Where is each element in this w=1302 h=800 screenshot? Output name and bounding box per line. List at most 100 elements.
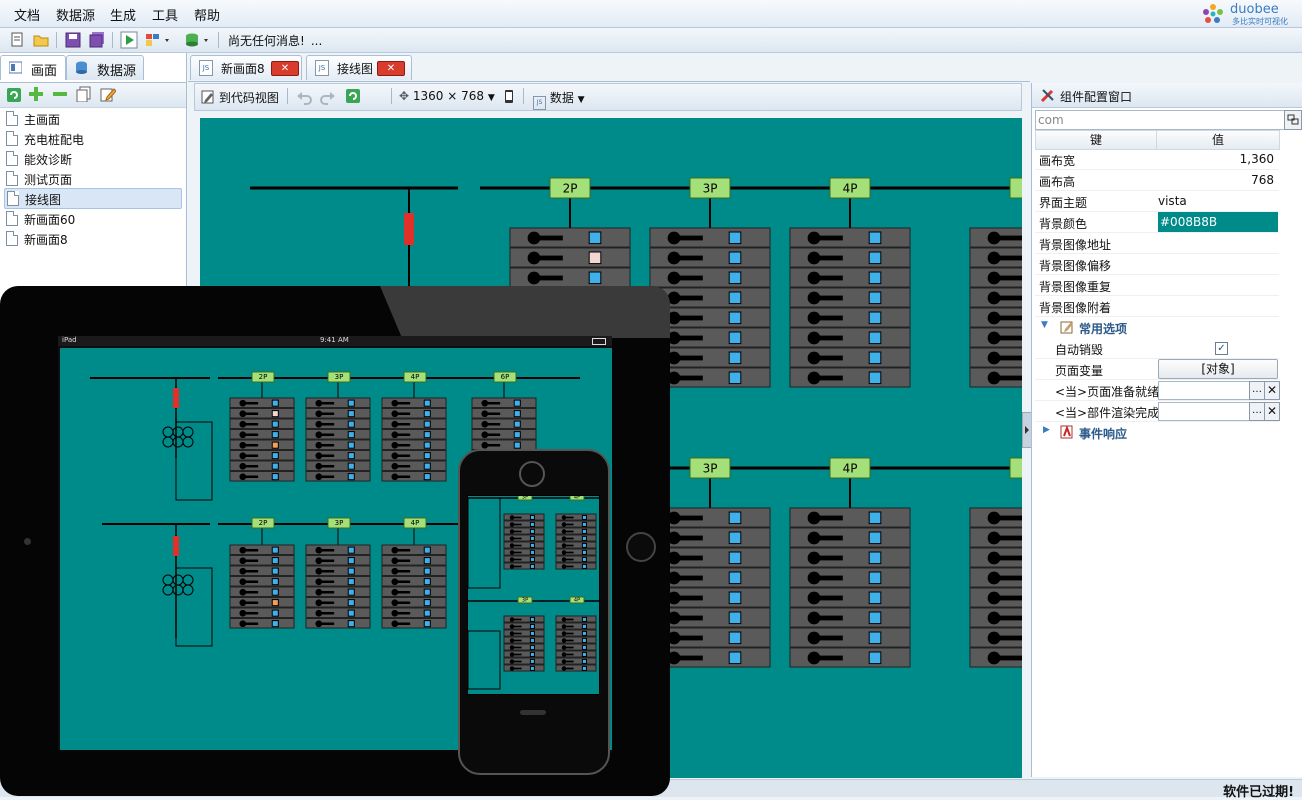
on-rendered-input[interactable]: [1158, 402, 1250, 421]
prop-row-bg-repeat[interactable]: 背景图像重复: [1035, 275, 1279, 296]
tab-wiring[interactable]: JS 接线图 ✕: [306, 55, 412, 80]
tab-screens[interactable]: 画面: [0, 55, 66, 80]
on-ready-edit-button[interactable]: …: [1249, 381, 1265, 400]
mobile-icon[interactable]: [503, 89, 515, 105]
refresh-icon[interactable]: [6, 87, 22, 103]
remove-icon[interactable]: [52, 86, 68, 102]
breaker-indicator: [868, 231, 882, 245]
close-tab-icon[interactable]: ✕: [377, 61, 405, 76]
transformer-frame: [468, 497, 501, 589]
menu-document[interactable]: 文档: [14, 5, 40, 24]
run-button[interactable]: [120, 31, 138, 49]
prop-value[interactable]: vista: [1158, 191, 1278, 211]
tab-new8[interactable]: JS 新画面8 ✕: [190, 55, 302, 80]
tab-datasource[interactable]: 数据源: [66, 55, 144, 80]
filter-button[interactable]: [1284, 110, 1302, 130]
prop-key: 页面变量: [1055, 364, 1104, 378]
auto-destroy-checkbox[interactable]: ✓: [1215, 342, 1228, 355]
breaker-lever: [564, 544, 574, 547]
tree-item-efficiency[interactable]: 能效诊断: [4, 149, 180, 168]
prop-row-on-ready[interactable]: <当>页面准备就绪 … ✕: [1035, 380, 1280, 401]
property-search-input[interactable]: com: [1035, 110, 1285, 130]
prop-row-auto-destroy[interactable]: 自动销毁 ✓: [1035, 338, 1279, 359]
tree-item-test[interactable]: 测试页面: [4, 169, 180, 188]
tree-item-wiring[interactable]: 接线图: [4, 188, 182, 209]
add-icon[interactable]: [28, 86, 44, 102]
group-event-response[interactable]: ▶ 事件响应: [1035, 423, 1279, 443]
open-button[interactable]: [32, 31, 50, 49]
breaker-lever: [318, 422, 335, 426]
breaker-indicator: [423, 431, 431, 439]
prop-key: 背景图像重复: [1039, 280, 1112, 294]
redo-icon[interactable]: [319, 88, 337, 106]
code-view-button[interactable]: 到代码视图: [201, 89, 279, 106]
on-rendered-clear-icon[interactable]: ✕: [1264, 402, 1280, 421]
prop-value[interactable]: 768: [1158, 170, 1274, 190]
breaker-lever: [994, 375, 1022, 381]
prop-row-theme[interactable]: 界面主题 vista: [1035, 191, 1279, 212]
prop-value[interactable]: [1158, 275, 1278, 295]
save-all-button[interactable]: [88, 31, 106, 49]
menu-datasource[interactable]: 数据源: [56, 5, 95, 24]
prop-row-bg-attach[interactable]: 背景图像附着: [1035, 296, 1279, 317]
page-var-button[interactable]: [对象]: [1158, 359, 1278, 379]
breaker-indicator: [347, 609, 355, 617]
plugin-dropdown[interactable]: [184, 31, 214, 49]
data-dropdown[interactable]: JS 数据 ▼: [533, 89, 585, 110]
edit-icon[interactable]: [100, 86, 116, 102]
new-doc-button[interactable]: [8, 31, 26, 49]
prop-row-on-rendered[interactable]: <当>部件渲染完成 … ✕: [1035, 401, 1280, 422]
tree-item-new60[interactable]: 新画面60: [4, 209, 180, 228]
breaker-lever: [564, 667, 574, 670]
prop-value[interactable]: 1,360: [1158, 149, 1274, 169]
prop-value[interactable]: [1158, 254, 1278, 274]
breaker-lever: [242, 548, 259, 552]
save-button[interactable]: [64, 31, 82, 49]
breaker-lever: [394, 601, 411, 605]
bg-color-swatch[interactable]: #008B8B: [1158, 212, 1278, 232]
copy-icon[interactable]: [76, 86, 92, 102]
prop-row-canvas-height[interactable]: 画布高 768: [1035, 170, 1279, 191]
column-key-header[interactable]: 键: [1035, 130, 1157, 150]
menu-help[interactable]: 帮助: [194, 5, 220, 24]
prop-row-bg-offset[interactable]: 背景图像偏移: [1035, 254, 1279, 275]
prop-row-bg-image[interactable]: 背景图像地址: [1035, 233, 1279, 254]
refresh-icon[interactable]: [345, 88, 361, 104]
prop-row-page-var[interactable]: 页面变量 [对象]: [1035, 359, 1279, 380]
tree-item-new8[interactable]: 新画面8: [4, 229, 180, 248]
chevron-down-icon: ▼: [487, 93, 495, 103]
group-common-options[interactable]: ▼ 常用选项: [1035, 318, 1279, 338]
prop-value[interactable]: [1158, 296, 1278, 316]
on-ready-clear-icon[interactable]: ✕: [1264, 381, 1280, 400]
breaker-panel: [381, 544, 447, 629]
breaker-indicator: [513, 420, 521, 428]
prop-row-canvas-width[interactable]: 画布宽 1,360: [1035, 149, 1279, 170]
layout-dropdown[interactable]: [144, 31, 174, 49]
on-ready-input[interactable]: [1158, 381, 1250, 400]
tree-item-charging[interactable]: 充电桩配电: [4, 129, 180, 148]
breaker-indicator: [347, 620, 355, 628]
breaker-lever: [242, 611, 259, 615]
transformer-frame: [175, 421, 213, 501]
menu-generate[interactable]: 生成: [110, 5, 136, 24]
column-value-header[interactable]: 值: [1156, 130, 1280, 150]
breaker-lever: [564, 625, 574, 628]
breaker-indicator: [868, 251, 882, 265]
breaker-lever: [674, 335, 703, 341]
on-rendered-edit-button[interactable]: …: [1249, 402, 1265, 421]
tree-item-main[interactable]: 主画面: [4, 109, 180, 128]
breaker-panel: [229, 397, 295, 482]
prop-row-bg-color[interactable]: 背景颜色 #008B8B: [1035, 212, 1279, 233]
breaker-indicator: [347, 452, 355, 460]
breaker-indicator: [423, 557, 431, 565]
menu-tools[interactable]: 工具: [152, 5, 178, 24]
breaker-panel: [555, 513, 597, 570]
resolution-dropdown[interactable]: ✥ 1360 × 768 ▼: [399, 89, 495, 103]
prop-value[interactable]: [1158, 233, 1278, 253]
breaker-lever: [242, 454, 259, 458]
prop-key: 自动销毁: [1055, 343, 1104, 357]
breaker-lever: [242, 433, 259, 437]
undo-icon[interactable]: [295, 88, 313, 106]
close-tab-icon[interactable]: ✕: [271, 61, 299, 76]
breaker-indicator: [728, 351, 742, 365]
